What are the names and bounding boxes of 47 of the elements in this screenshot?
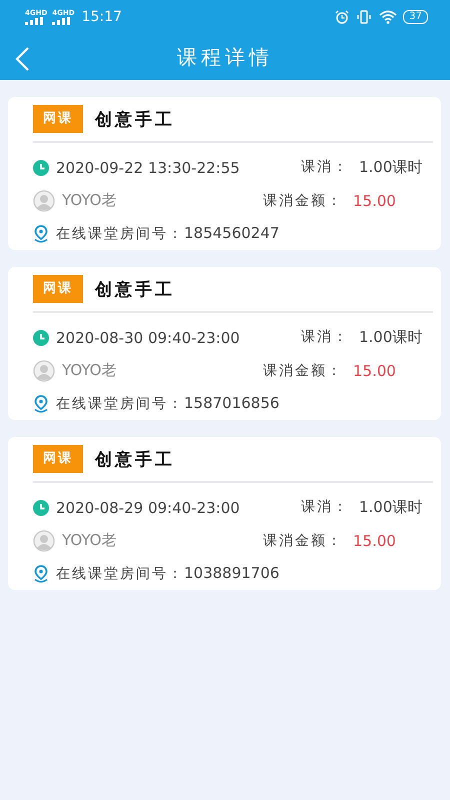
vibrate-icon	[357, 10, 372, 24]
signal-icon	[25, 16, 43, 24]
avatar-icon	[33, 190, 55, 212]
room-label: 在线课堂房间号：	[56, 396, 184, 412]
course-time: 2020-08-30 09:40-23:00	[56, 328, 240, 346]
amount-value: 15.00	[353, 192, 396, 210]
status-time: 15:17	[82, 9, 122, 25]
room-label: 在线课堂房间号：	[56, 226, 184, 242]
hours-label: 课消：	[301, 498, 349, 517]
location-icon	[33, 224, 49, 242]
amount-label: 课消金额：	[263, 192, 343, 210]
hours-value: 1.00课时	[359, 328, 422, 347]
amount-value: 15.00	[353, 362, 396, 380]
course-title: 创意手工	[95, 448, 175, 470]
room-label: 在线课堂房间号：	[56, 566, 184, 582]
alarm-icon	[335, 10, 350, 24]
location-icon	[33, 564, 49, 582]
signal-icon	[52, 16, 70, 24]
clock-icon	[33, 160, 49, 176]
course-time: 2020-08-29 09:40-23:00	[56, 498, 240, 516]
hours-label: 课消：	[301, 328, 349, 347]
teacher-name: YOYO老	[62, 531, 116, 550]
hours-value: 1.00课时	[359, 498, 422, 517]
course-title: 创意手工	[95, 108, 175, 130]
room-number: 1854560247	[184, 224, 280, 242]
location-icon	[33, 394, 49, 412]
teacher-name: YOYO老	[62, 191, 116, 210]
page-title: 课程详情	[177, 44, 273, 70]
avatar-icon	[33, 530, 55, 552]
course-tag: 网课	[33, 275, 83, 303]
hours-label: 课消：	[301, 158, 349, 177]
room-number: 1587016856	[184, 394, 280, 412]
battery-indicator: 37	[403, 10, 428, 24]
wifi-icon	[379, 10, 398, 24]
hours-value: 1.00课时	[359, 158, 422, 177]
teacher-name: YOYO老	[62, 361, 116, 380]
course-tag: 网课	[33, 105, 83, 133]
room-number: 1038891706	[184, 564, 280, 582]
course-tag: 网课	[33, 445, 83, 473]
course-time: 2020-09-22 13:30-22:55	[56, 158, 240, 176]
amount-label: 课消金额：	[263, 532, 343, 550]
course-title: 创意手工	[95, 278, 175, 300]
amount-value: 15.00	[353, 532, 396, 550]
clock-icon	[33, 330, 49, 346]
clock-icon	[33, 500, 49, 516]
avatar-icon	[33, 360, 55, 382]
amount-label: 课消金额：	[263, 362, 343, 380]
